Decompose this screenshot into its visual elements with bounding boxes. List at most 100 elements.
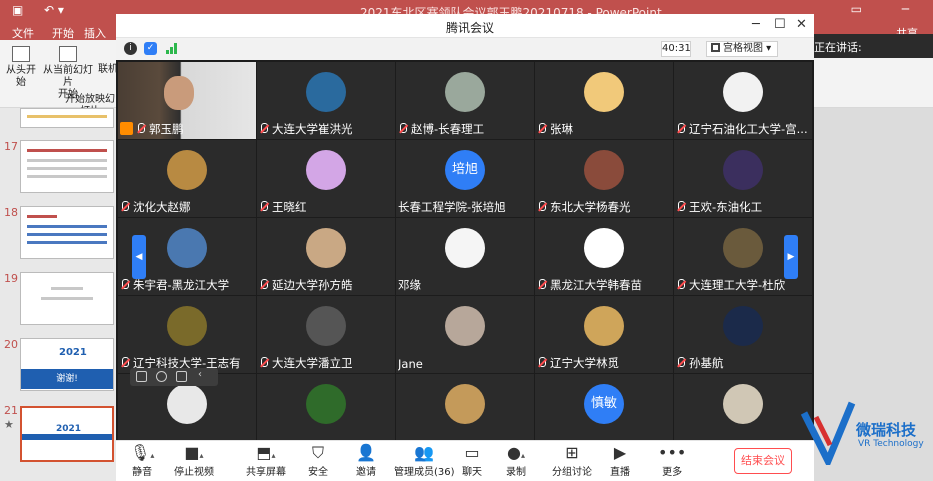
host-icon <box>120 122 133 135</box>
slideshow-icon <box>59 46 77 62</box>
from-start-button[interactable]: 从头开始 <box>2 46 40 89</box>
participant-tile[interactable]: 王欢-东油化工 <box>674 140 812 217</box>
participant-tile[interactable]: 培旭长春工程学院-张培旭 <box>396 140 534 217</box>
slide-thumbnail[interactable] <box>20 272 114 325</box>
prev-page-arrow[interactable]: ◀ <box>132 235 146 279</box>
participant-tile[interactable]: 沈化大赵娜 <box>118 140 256 217</box>
participant-tile[interactable]: 辽宁大学林觅 <box>535 296 673 373</box>
ppt-window-controls[interactable]: ▭ ─ <box>851 2 927 16</box>
avatar <box>167 228 207 268</box>
participant-name-text: 黑龙江大学韩春苗 <box>550 278 642 292</box>
next-page-arrow[interactable]: ▶ <box>784 235 798 279</box>
participant-name: 朱宇君-黑龙江大学 <box>120 277 254 293</box>
maximize-icon[interactable]: ☐ <box>774 17 786 32</box>
participant-name: 辽宁石油化工大学-宫... <box>676 121 810 137</box>
participant-tile[interactable]: 大连大学崔洪光 <box>257 62 395 139</box>
caption-icon[interactable] <box>176 371 187 382</box>
collapse-icon[interactable]: ‹ <box>198 369 209 380</box>
more-button[interactable]: ••• 更多 <box>658 443 686 478</box>
chat-button[interactable]: ▭ 聊天 <box>462 443 482 478</box>
manage-members-button[interactable]: 👥 管理成员(36) <box>394 443 455 478</box>
stop-video-button[interactable]: ■▴ 停止视频 <box>174 443 214 478</box>
participant-name-text: 辽宁大学林觅 <box>550 356 619 370</box>
close-icon[interactable]: ✕ <box>796 17 807 32</box>
participant-tile[interactable]: 辽宁科技大学-王志有 <box>118 296 256 373</box>
avatar <box>723 384 763 424</box>
meeting-title-bar: 腾讯会议 ─ ☐ ✕ <box>116 14 814 38</box>
shield-icon: ⛉ <box>311 443 324 462</box>
participant-tile[interactable]: 黑龙江大学韩春苗 <box>535 218 673 295</box>
participant-name: 邓缘 <box>398 277 532 293</box>
online-button[interactable]: 联机 <box>98 64 118 76</box>
participant-name-text: 王欢-东油化工 <box>689 200 763 214</box>
participant-tile[interactable]: 大连大学潘立卫 <box>257 296 395 373</box>
participant-name: 延边大学孙方皓 <box>259 277 393 293</box>
security-button[interactable]: ⛉ 安全 <box>308 443 328 478</box>
watermark-sub: VR Technology <box>858 439 924 449</box>
participant-tile[interactable]: 孙基航 <box>674 296 812 373</box>
avatar: 培旭 <box>445 150 485 190</box>
mute-button[interactable]: 🎙▴ 静音 <box>130 443 154 478</box>
record-button[interactable]: ●▴ 录制 <box>506 443 526 478</box>
invite-button[interactable]: 👤 邀请 <box>356 443 376 478</box>
undo-icon[interactable]: ↶ ▾ <box>44 3 64 17</box>
mic-muted-icon <box>120 357 130 369</box>
slide-thumbnail[interactable] <box>20 140 114 193</box>
share-screen-button[interactable]: ⬒▴ 共享屏幕 <box>246 443 286 478</box>
slide-number: 19 <box>4 272 18 285</box>
participant-name: 大连大学潘立卫 <box>259 355 393 371</box>
minimize-icon[interactable]: ─ <box>752 17 760 32</box>
signal-icon[interactable] <box>166 43 178 54</box>
avatar <box>723 306 763 346</box>
info-icon[interactable]: i <box>124 42 137 55</box>
shield-icon[interactable]: ✓ <box>144 42 157 55</box>
mic-muted-icon <box>537 201 547 213</box>
save-icon[interactable]: ▣ <box>12 3 23 17</box>
vr-logo-icon <box>800 401 856 470</box>
participant-tile[interactable]: 东北大学杨春光 <box>535 140 673 217</box>
participant-tile[interactable]: 邓缘 <box>396 218 534 295</box>
participant-tile[interactable]: 延边大学孙方皓 <box>257 218 395 295</box>
participant-tile[interactable]: 张琳 <box>535 62 673 139</box>
slideshow-icon <box>12 46 30 62</box>
participant-tile[interactable]: 王晓红 <box>257 140 395 217</box>
view-mode-dropdown[interactable]: 宫格视图 ▾ <box>706 41 778 57</box>
slide-thumbnail-selected[interactable]: 2021 <box>20 406 114 462</box>
meeting-window-title: 腾讯会议 <box>446 21 495 35</box>
slide-thumbnail[interactable] <box>20 206 114 259</box>
slide-thumbnail[interactable]: 2021 谢谢! <box>20 338 114 391</box>
participant-tile[interactable]: 辽宁石油化工大学-宫... <box>674 62 812 139</box>
participant-name: 孙基航 <box>676 355 810 371</box>
slide-thumbnail[interactable] <box>20 108 114 128</box>
participant-name: 东北大学杨春光 <box>537 199 671 215</box>
avatar <box>167 384 207 424</box>
end-meeting-button[interactable]: 结束会议 <box>734 448 792 474</box>
tab-insert[interactable]: 插入 <box>84 25 106 41</box>
add-user-icon: 👤 <box>356 443 376 462</box>
participant-tile[interactable]: 郭玉鹏 <box>118 62 256 139</box>
watermark-brand: 微瑞科技 <box>856 421 917 439</box>
participant-name-text: 大连大学崔洪光 <box>272 122 353 136</box>
participant-name-text: 郭玉鹏 <box>149 122 184 136</box>
participant-name: 张琳 <box>537 121 671 137</box>
participant-name: 长春工程学院-张培旭 <box>398 199 532 215</box>
slide-thumbnails-pane[interactable]: 17 18 19 20 2021 谢谢! 21 ★ 2021 <box>0 108 118 481</box>
live-button[interactable]: ▶ 直播 <box>610 443 630 478</box>
participant-name-text: 孙基航 <box>689 356 724 370</box>
video-overlay-tools[interactable]: ‹ <box>130 368 218 386</box>
avatar <box>306 306 346 346</box>
tab-home[interactable]: 开始 <box>52 25 74 41</box>
from-current-button[interactable]: 从当前幻灯片 开始 <box>40 46 96 101</box>
avatar <box>723 72 763 112</box>
participant-tile[interactable]: Jane <box>396 296 534 373</box>
tab-file[interactable]: 文件 <box>12 25 34 41</box>
face-icon[interactable] <box>156 371 167 382</box>
layout-icon[interactable] <box>136 371 147 382</box>
avatar <box>723 228 763 268</box>
breakout-button[interactable]: ⊞ 分组讨论 <box>552 443 592 478</box>
participant-name: 大连大学崔洪光 <box>259 121 393 137</box>
person-silhouette <box>164 76 194 110</box>
participant-name-text: 沈化大赵娜 <box>133 200 191 214</box>
participant-tile[interactable]: 赵博-长春理工 <box>396 62 534 139</box>
chat-icon: ▭ <box>464 443 480 462</box>
